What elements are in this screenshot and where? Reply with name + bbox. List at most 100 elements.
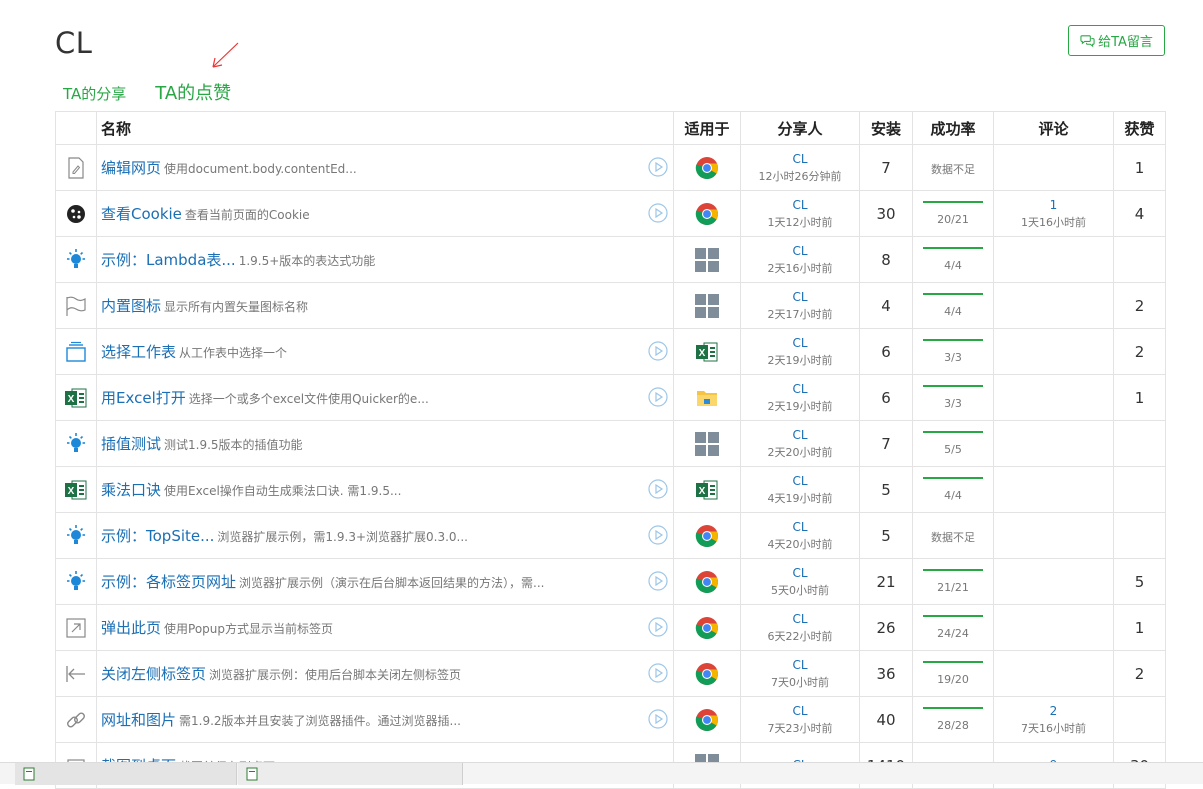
sharer-name-link[interactable]: CL — [741, 427, 859, 444]
insufficient-data-text: 数据不足 — [931, 531, 975, 544]
table-row[interactable]: 示例：各标签页网址 浏览器扩展示例（演示在后台脚本返回结果的方法），需... CL 5… — [55, 558, 1166, 605]
table-row[interactable]: 弹出此页 使用Popup方式显示当前标签页 CL 6天22小时前 26 24/24 1 — [55, 604, 1166, 651]
sharer-name-link[interactable]: CL — [741, 289, 859, 306]
table-header-row: 名称 适用于 分享人 安装 成功率 评论 获赞 — [55, 111, 1166, 145]
table-row[interactable]: 选择工作表 从工作表中选择一个 X CL 2天19小时前 6 3/3 2 — [55, 328, 1166, 375]
sharer-name-link[interactable]: CL — [741, 657, 859, 674]
leave-message-button[interactable]: 给TA留言 — [1068, 25, 1165, 56]
success-rate-cell: 28/28 — [912, 696, 994, 743]
bottom-tab-1[interactable] — [15, 763, 237, 785]
user-name: CL — [55, 26, 93, 60]
action-description: 测试1.9.5版本的插值功能 — [164, 438, 303, 452]
action-title-link[interactable]: 关闭左侧标签页 — [101, 665, 206, 683]
action-title-link[interactable]: 弹出此页 — [101, 619, 161, 637]
success-rate-cell: 21/21 — [912, 558, 994, 605]
action-title-link[interactable]: 插值测试 — [101, 435, 161, 453]
action-title-link[interactable]: 示例：各标签页网址 — [101, 573, 236, 591]
action-title-link[interactable]: 用Excel打开 — [101, 389, 186, 407]
action-title-link[interactable]: 网址和图片 — [101, 711, 176, 729]
sharer-name-link[interactable]: CL — [741, 381, 859, 398]
play-button[interactable] — [648, 157, 668, 181]
action-title-link[interactable]: 选择工作表 — [101, 343, 176, 361]
bulb-icon — [56, 570, 96, 594]
comments-cell — [993, 374, 1114, 421]
table-row[interactable]: 插值测试 测试1.9.5版本的插值功能 CL 2天20小时前 7 5/5 — [55, 420, 1166, 467]
chrome-icon — [695, 662, 718, 685]
action-description: 选择一个或多个excel文件使用Quicker的e... — [188, 392, 429, 406]
sharer-name-link[interactable]: CL — [741, 197, 859, 214]
table-row[interactable]: 网址和图片 需1.9.2版本并且安装了浏览器插件。通过浏览器插... CL 7天23小… — [55, 696, 1166, 743]
action-name-cell: 网址和图片 需1.9.2版本并且安装了浏览器插件。通过浏览器插... — [96, 696, 674, 743]
applies-to-cell — [673, 236, 741, 283]
action-description: 使用Excel操作自动生成乘法口诀. 需1.9.5... — [164, 484, 402, 498]
installs-count: 40 — [859, 696, 913, 743]
action-description: 查看当前页面的Cookie — [184, 208, 310, 222]
play-button[interactable] — [648, 709, 668, 733]
comment-time: 7天16小时前 — [1021, 721, 1086, 735]
comment-count-link[interactable]: 1 — [994, 197, 1113, 214]
applies-to-cell: X — [673, 328, 741, 375]
play-button[interactable] — [648, 341, 668, 365]
header-applies-to[interactable]: 适用于 — [673, 111, 741, 145]
action-name-cell: 示例：TopSite... 浏览器扩展示例，需1.9.3+浏览器扩展0.3.0..… — [96, 512, 674, 559]
header-comments[interactable]: 评论 — [993, 111, 1114, 145]
table-row[interactable]: 编辑网页 使用document.body.contentEd... CL 12小时26… — [55, 144, 1166, 191]
play-button[interactable] — [648, 525, 668, 549]
comments-cell — [993, 650, 1114, 697]
table-row[interactable]: X 乘法口诀 使用Excel操作自动生成乘法口诀. 需1.9.5... X CL 4天19… — [55, 466, 1166, 513]
header-installs[interactable]: 安装 — [859, 111, 913, 145]
sharer-name-link[interactable]: CL — [741, 473, 859, 490]
sharer-cell: CL 5天0小时前 — [740, 558, 860, 605]
action-title-link[interactable]: 示例：Lambda表... — [101, 251, 236, 269]
sharer-name-link[interactable]: CL — [741, 243, 859, 260]
action-title-link[interactable]: 编辑网页 — [101, 159, 161, 177]
tab-shares[interactable]: TA的分享 — [63, 83, 126, 104]
header-name[interactable]: 名称 — [96, 111, 674, 145]
sharer-cell: CL 4天19小时前 — [740, 466, 860, 513]
likes-count: 1 — [1113, 374, 1166, 421]
installs-count: 7 — [859, 144, 913, 191]
table-row[interactable]: 示例：TopSite... 浏览器扩展示例，需1.9.3+浏览器扩展0.3.0..… — [55, 512, 1166, 559]
sharer-name-link[interactable]: CL — [741, 151, 859, 168]
success-rate-text: 4/4 — [944, 488, 962, 502]
flag-icon — [56, 295, 96, 317]
chrome-icon — [695, 156, 718, 179]
applies-to-cell — [673, 144, 741, 191]
chrome-icon — [695, 202, 718, 225]
tab-likes[interactable]: TA的点赞 — [155, 79, 231, 105]
sharer-name-link[interactable]: CL — [741, 335, 859, 352]
table-row[interactable]: 内置图标 显示所有内置矢量图标名称 CL 2天17小时前 4 4/4 2 — [55, 282, 1166, 329]
play-button[interactable] — [648, 387, 668, 411]
table-row[interactable]: 查看Cookie 查看当前页面的Cookie CL 1天12小时前 30 20/21 1 1天… — [55, 190, 1166, 237]
play-button[interactable] — [648, 571, 668, 595]
likes-count — [1113, 236, 1166, 283]
play-button[interactable] — [648, 203, 668, 227]
share-time: 12小时26分钟前 — [758, 169, 842, 183]
action-title-link[interactable]: 示例：TopSite... — [101, 527, 214, 545]
table-row[interactable]: 示例：Lambda表... 1.9.5+版本的表达式功能 CL 2天16小时前 8 4/4 — [55, 236, 1166, 283]
action-title-link[interactable]: 乘法口诀 — [101, 481, 161, 499]
play-button[interactable] — [648, 663, 668, 687]
file-explorer-icon — [697, 390, 717, 406]
header-likes[interactable]: 获赞 — [1113, 111, 1166, 145]
sharer-cell: CL 12小时26分钟前 — [740, 144, 860, 191]
windows-icon — [695, 293, 719, 318]
bulb-icon — [56, 432, 96, 456]
action-title-link[interactable]: 查看Cookie — [101, 205, 182, 223]
success-rate-bar — [923, 246, 983, 249]
action-title-link[interactable]: 内置图标 — [101, 297, 161, 315]
applies-to-cell — [673, 696, 741, 743]
table-row[interactable]: X 用Excel打开 选择一个或多个excel文件使用Quicker的e... CL 2… — [55, 374, 1166, 421]
header-sharer[interactable]: 分享人 — [740, 111, 860, 145]
bottom-tab-2[interactable] — [238, 763, 463, 785]
sharer-name-link[interactable]: CL — [741, 611, 859, 628]
header-success-rate[interactable]: 成功率 — [912, 111, 994, 145]
play-button[interactable] — [648, 479, 668, 503]
sharer-name-link[interactable]: CL — [741, 565, 859, 582]
comment-count-link[interactable]: 2 — [994, 703, 1113, 720]
table-row[interactable]: 关闭左侧标签页 浏览器扩展示例：使用后台脚本关闭左侧标签页 CL 7天0小时前 36 19… — [55, 650, 1166, 697]
sharer-name-link[interactable]: CL — [741, 703, 859, 720]
comments-cell — [993, 282, 1114, 329]
sharer-name-link[interactable]: CL — [741, 519, 859, 536]
play-button[interactable] — [648, 617, 668, 641]
